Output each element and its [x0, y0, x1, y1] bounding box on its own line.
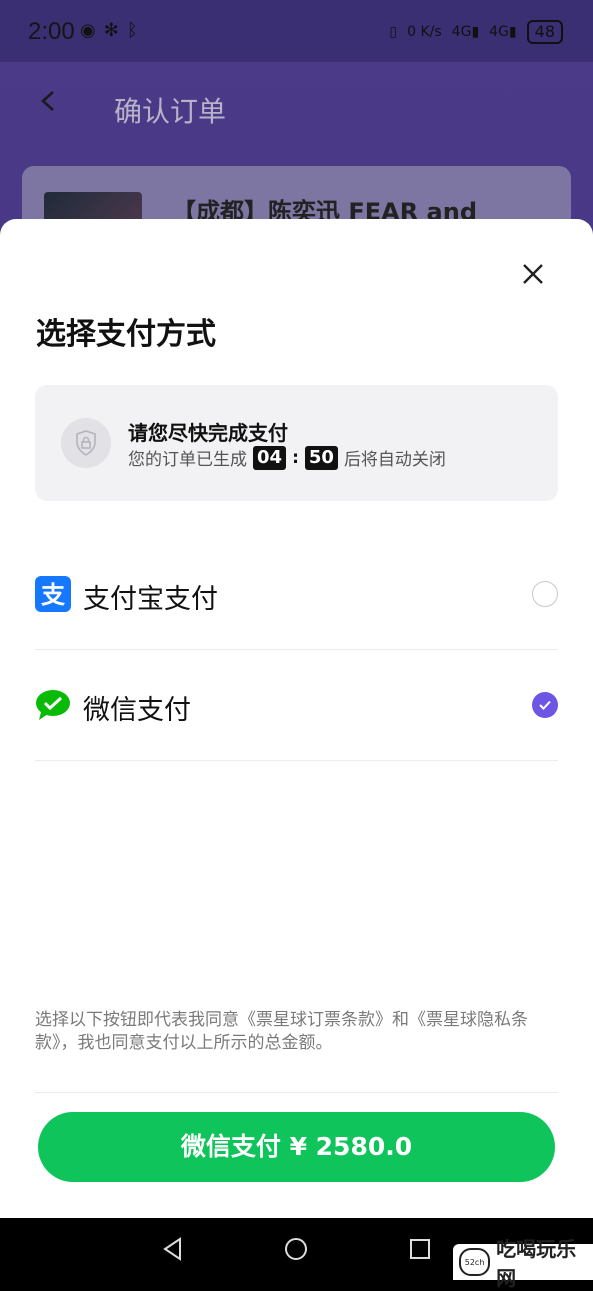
- page-title: 确认订单: [114, 95, 227, 128]
- signal-icon-1: 4G▮: [451, 24, 480, 40]
- close-icon[interactable]: [518, 259, 548, 289]
- nav-recents-icon[interactable]: [407, 1236, 433, 1262]
- net-speed: 0 K/s: [407, 24, 442, 40]
- payment-sheet: 选择支付方式 请您尽快完成支付 您的订单已生成 04 : 50 后将自动关闭 支…: [0, 219, 593, 1218]
- alipay-icon: 支: [35, 576, 71, 612]
- countdown-colon: :: [292, 447, 299, 468]
- terms-text: 选择以下按钮即代表我同意《票星球订票条款》和《票星球隐私条款》，我也同意支付以上…: [35, 1010, 528, 1053]
- payment-option-wechat[interactable]: 微信支付: [35, 650, 558, 761]
- notice-title: 请您尽快完成支付: [128, 421, 288, 445]
- lock-icon: [61, 418, 111, 468]
- nav-back-icon[interactable]: [160, 1236, 186, 1262]
- bell-off-icon: ✻: [103, 20, 119, 41]
- signal-icon-2: 4G▮: [489, 24, 517, 40]
- divider: [35, 1092, 558, 1093]
- sheet-title: 选择支付方式: [36, 317, 216, 352]
- watermark-logo: 52ch: [459, 1248, 491, 1276]
- watermark-text: 吃喝玩乐网: [496, 1237, 577, 1290]
- status-icons-right: ▯ 0 K/s 4G▮ 4G▮ 48: [389, 20, 563, 44]
- battery-icon: 48: [526, 20, 563, 44]
- countdown-seconds: 50: [304, 445, 338, 470]
- payment-notice: 请您尽快完成支付 您的订单已生成 04 : 50 后将自动关闭: [35, 385, 558, 501]
- countdown-suffix: 后将自动关闭: [343, 450, 446, 470]
- eye-icon: ◉: [80, 20, 96, 41]
- status-icons-left: ◉ ✻ ᛒ: [80, 20, 138, 41]
- nav-home-icon[interactable]: [283, 1236, 309, 1262]
- wechat-radio-checked[interactable]: [532, 692, 558, 718]
- status-time: 2:00: [28, 18, 75, 45]
- alipay-radio[interactable]: [532, 581, 558, 607]
- watermark: 52ch 吃喝玩乐网: [453, 1237, 593, 1290]
- status-bar: 2:00 ◉ ✻ ᛒ ▯ 0 K/s 4G▮ 4G▮ 48: [0, 0, 593, 62]
- vibrate-icon: ▯: [389, 24, 398, 40]
- svg-text:支: 支: [41, 581, 66, 609]
- check-icon: [539, 700, 551, 710]
- countdown-text: 您的订单已生成 04 : 50 后将自动关闭: [128, 445, 446, 470]
- bluetooth-battery-icon: ᛒ: [126, 20, 138, 41]
- alipay-label: 支付宝支付: [83, 584, 218, 615]
- countdown-prefix: 您的订单已生成: [128, 450, 247, 470]
- wechat-icon: [36, 690, 70, 720]
- payment-option-alipay[interactable]: 支 支付宝支付: [35, 539, 558, 650]
- back-arrow-icon[interactable]: [38, 90, 60, 112]
- pay-button[interactable]: 微信支付 ¥ 2580.0: [38, 1112, 555, 1182]
- wechat-label: 微信支付: [83, 695, 191, 726]
- countdown-minutes: 04: [253, 445, 287, 470]
